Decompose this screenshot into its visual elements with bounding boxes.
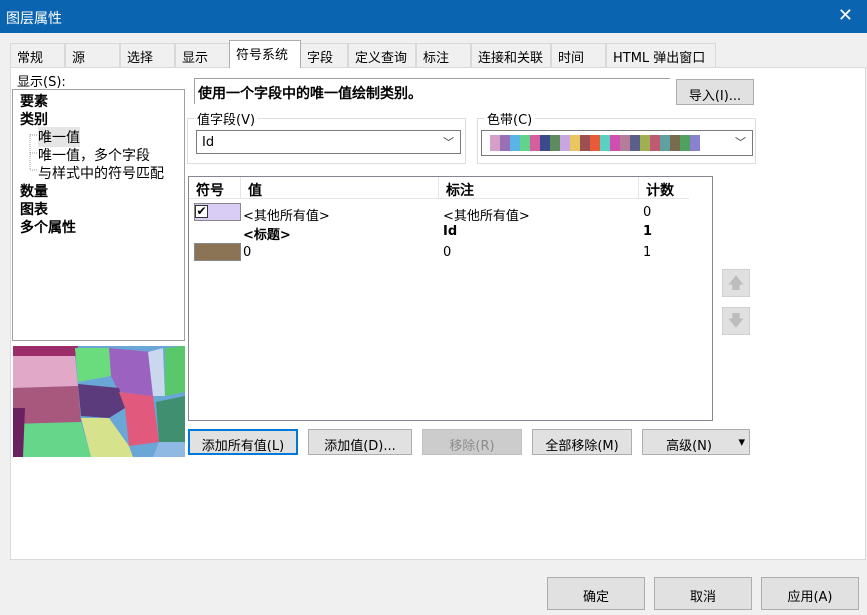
tree-item-categories[interactable]: 类别 <box>20 109 48 129</box>
color-ramp-swatch <box>630 135 640 151</box>
symbol-swatch[interactable] <box>194 243 241 261</box>
value-field-dropdown[interactable]: Id ﹀ <box>196 130 461 154</box>
tab-joins-relates[interactable]: 连接和关联 <box>471 43 551 67</box>
tree-item-unique-values[interactable]: 唯一值 <box>38 127 80 147</box>
tree-item-match-style[interactable]: 与样式中的符号匹配 <box>38 163 164 183</box>
row-label[interactable]: <其他所有值> <box>443 205 530 224</box>
remove-button[interactable]: 移除(R) <box>422 429 522 455</box>
advanced-button[interactable]: 高级(N) ▾ <box>642 429 750 455</box>
dropdown-arrow-icon: ▾ <box>738 435 745 450</box>
show-tree: 要素 类别 唯一值 唯一值，多个字段 与样式中的符号匹配 数量 图表 多个属性 <box>12 89 185 341</box>
tab-html-popup[interactable]: HTML 弹出窗口 <box>606 43 716 67</box>
color-ramp-swatch <box>690 135 700 151</box>
column-header-symbol[interactable]: 符号 <box>189 177 241 199</box>
row-label[interactable]: 0 <box>443 245 451 260</box>
row-value[interactable]: <标题> <box>243 224 291 243</box>
remove-all-button[interactable]: 全部移除(M) <box>532 429 632 455</box>
tab-fields[interactable]: 字段 <box>300 43 348 67</box>
apply-button[interactable]: 应用(A) <box>761 577 859 610</box>
color-ramp-swatch <box>580 135 590 151</box>
color-ramp-swatch <box>610 135 620 151</box>
tab-symbology[interactable]: 符号系统 <box>229 40 301 68</box>
value-field-label: 值字段(V) <box>194 109 259 128</box>
tree-lines <box>29 134 37 171</box>
tab-time[interactable]: 时间 <box>551 43 606 67</box>
row-value[interactable]: 0 <box>243 245 251 260</box>
move-up-icon[interactable]: 🡅 <box>722 269 750 297</box>
move-down-icon[interactable]: 🡇 <box>722 307 750 335</box>
chevron-down-icon: ﹀ <box>735 136 746 149</box>
tab-definition-query[interactable]: 定义查询 <box>348 43 416 67</box>
chevron-down-icon: ﹀ <box>443 136 454 149</box>
column-header-value[interactable]: 值 <box>241 177 439 199</box>
tree-item-features[interactable]: 要素 <box>20 91 48 111</box>
color-ramp-swatch <box>620 135 630 151</box>
row-checkbox[interactable]: ✔ <box>195 205 208 218</box>
row-value[interactable]: <其他所有值> <box>243 205 330 224</box>
color-ramp-swatch <box>650 135 660 151</box>
color-ramp-swatch <box>670 135 680 151</box>
row-count: 0 <box>643 205 652 220</box>
column-header-label[interactable]: 标注 <box>439 177 639 199</box>
color-ramp-swatch <box>600 135 610 151</box>
tab-display[interactable]: 显示 <box>175 43 230 67</box>
color-ramp-swatch <box>490 135 500 151</box>
tab-labels[interactable]: 标注 <box>416 43 471 67</box>
tab-source[interactable]: 源 <box>65 43 120 67</box>
preview-map-image <box>13 346 185 457</box>
color-ramp-swatch <box>550 135 560 151</box>
cancel-button[interactable]: 取消 <box>654 577 752 610</box>
values-table[interactable]: 符号 值 标注 计数 ✔ <其他所有值> <其他所有值> 0 <标题> Id 1… <box>188 176 713 421</box>
color-ramp-swatch <box>680 135 690 151</box>
add-values-button[interactable]: 添加值(D)... <box>308 429 412 455</box>
color-ramp-label: 色带(C) <box>484 109 536 128</box>
color-ramp-swatch <box>510 135 520 151</box>
color-ramp-preview <box>490 135 700 151</box>
title-bar: 图层属性 ✕ <box>0 0 867 33</box>
show-label: 显示(S): <box>17 75 66 90</box>
import-button[interactable]: 导入(I)... <box>676 79 754 105</box>
color-ramp-dropdown[interactable]: ﹀ <box>481 130 753 156</box>
color-ramp-swatch <box>520 135 530 151</box>
color-ramp-swatch <box>530 135 540 151</box>
color-ramp-swatch <box>660 135 670 151</box>
tree-item-unique-values-many-fields[interactable]: 唯一值，多个字段 <box>38 145 150 165</box>
ok-button[interactable]: 确定 <box>547 577 645 610</box>
window-title: 图层属性 <box>6 11 62 27</box>
tab-general[interactable]: 常规 <box>10 43 65 67</box>
column-header-count[interactable]: 计数 <box>639 177 689 199</box>
row-label[interactable]: Id <box>443 224 457 239</box>
advanced-label: 高级(N) <box>666 439 712 454</box>
value-field-value: Id <box>202 135 215 150</box>
color-ramp-swatch <box>590 135 600 151</box>
description-text: 使用一个字段中的唯一值绘制类别。 <box>194 78 670 104</box>
color-ramp-swatch <box>570 135 580 151</box>
add-all-values-button[interactable]: 添加所有值(L) <box>188 429 298 455</box>
row-count: 1 <box>643 224 653 239</box>
close-icon[interactable]: ✕ <box>838 5 853 26</box>
tab-selection[interactable]: 选择 <box>120 43 175 67</box>
color-ramp-swatch <box>500 135 510 151</box>
color-ramp-swatch <box>640 135 650 151</box>
color-ramp-swatch <box>540 135 550 151</box>
color-ramp-swatch <box>560 135 570 151</box>
row-count: 1 <box>643 245 652 260</box>
